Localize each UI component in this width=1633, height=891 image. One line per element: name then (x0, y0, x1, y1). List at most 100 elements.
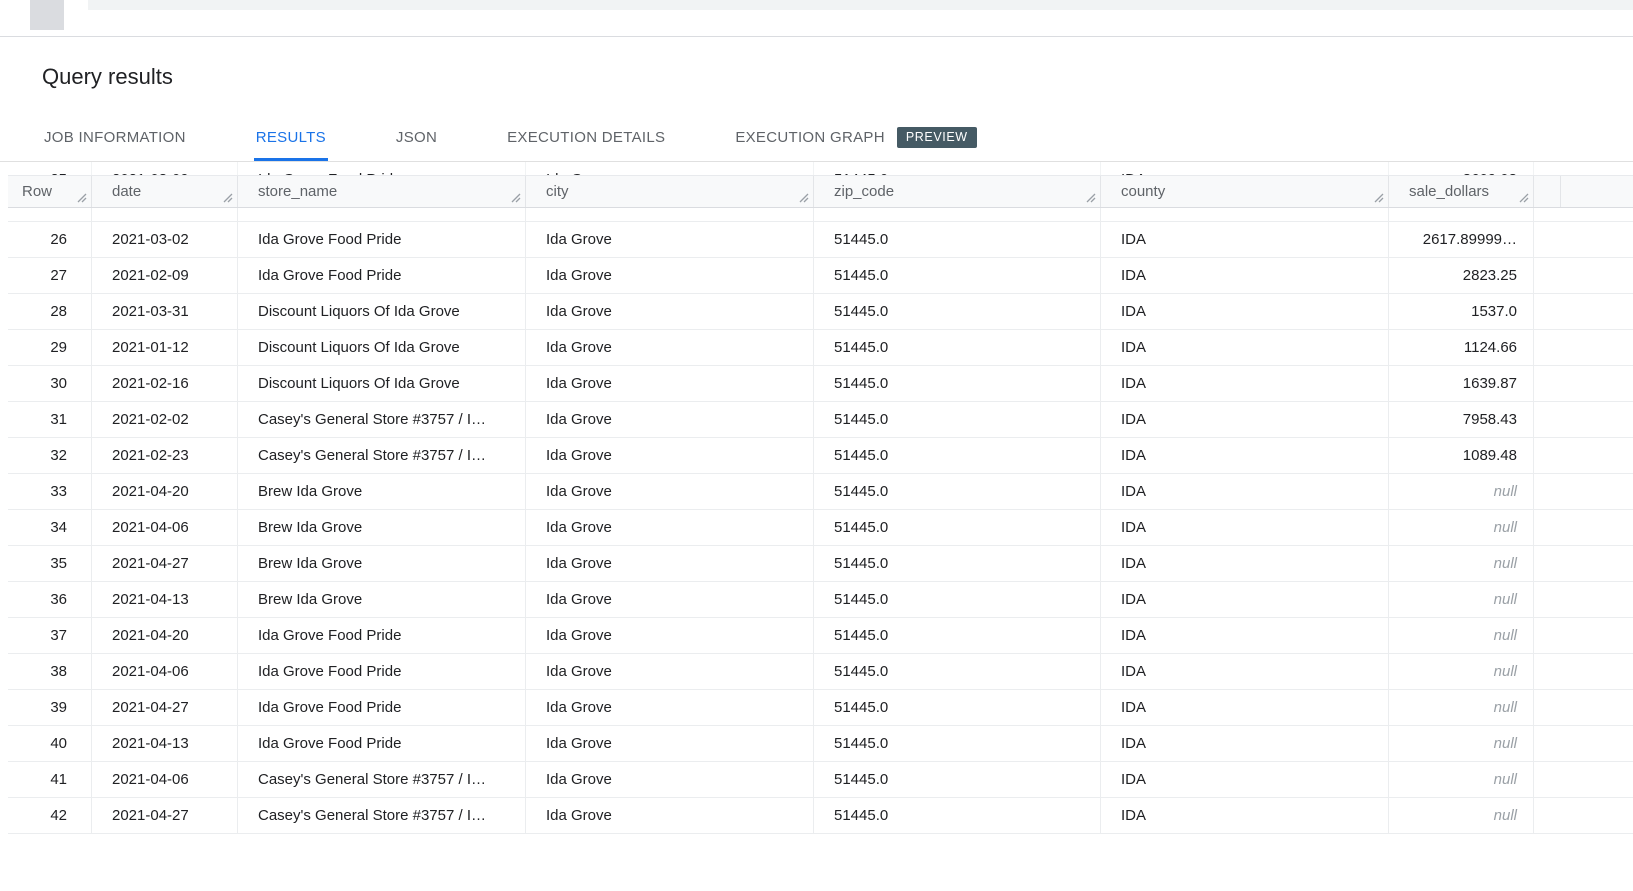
cell-date: 2021-02-02 (92, 402, 238, 437)
results-table-body: 262021-03-02Ida Grove Food PrideIda Grov… (8, 222, 1633, 834)
cell-store-name: Ida Grove Food Pride (238, 726, 526, 761)
column-header-date: date (92, 176, 238, 207)
tab-execution-graph[interactable]: EXECUTION GRAPH PREVIEW (733, 117, 978, 161)
table-row: 382021-04-06Ida Grove Food PrideIda Grov… (8, 654, 1633, 690)
cell-sale-dollars: null (1389, 546, 1534, 581)
cell-city: Ida Grove (526, 438, 814, 473)
cell-row: 32 (8, 438, 92, 473)
column-resize-handle[interactable] (1518, 192, 1529, 203)
column-header-zip-code: zip_code (814, 176, 1101, 207)
cell-city: Ida Grove (526, 258, 814, 293)
cell-row: 34 (8, 510, 92, 545)
cell-store-name: Ida Grove Food Pride (238, 654, 526, 689)
cell-zip-code: 51445.0 (814, 798, 1101, 833)
cell-zip-code: 51445.0 (814, 690, 1101, 725)
cell-row: 29 (8, 330, 92, 365)
cell-city: Ida Grove (526, 618, 814, 653)
tab-execution-details[interactable]: EXECUTION DETAILS (505, 117, 667, 161)
cell-date: 2021-01-12 (92, 330, 238, 365)
horizontal-scrollbar-thumb[interactable] (30, 0, 64, 30)
cell-store-name: Ida Grove Food Pride (238, 618, 526, 653)
cell-row: 42 (8, 798, 92, 833)
cell-date: 2021-03-09 (92, 208, 238, 221)
cell-zip-code: 51445.0 (814, 162, 1101, 175)
column-resize-handle[interactable] (76, 192, 87, 203)
cell-zip-code: 51445.0 (814, 366, 1101, 401)
tab-json[interactable]: JSON (394, 117, 439, 161)
cell-county: IDA (1101, 162, 1389, 175)
cell-county: IDA (1101, 654, 1389, 689)
cell-sale-dollars: null (1389, 510, 1534, 545)
cell-row: 33 (8, 474, 92, 509)
cell-city: Ida Grove (526, 798, 814, 833)
cell-sale-dollars: 7958.43 (1389, 402, 1534, 437)
cell-date: 2021-04-27 (92, 546, 238, 581)
cell-city: Ida Grove (526, 366, 814, 401)
cell-date: 2021-02-23 (92, 438, 238, 473)
cell-county: IDA (1101, 690, 1389, 725)
cell-sale-dollars: 2823.25 (1389, 258, 1534, 293)
cell-store-name: Brew Ida Grove (238, 474, 526, 509)
cell-sale-dollars: 3609.03 (1389, 208, 1534, 221)
column-resize-handle[interactable] (1085, 192, 1096, 203)
cell-row: 41 (8, 762, 92, 797)
cell-zip-code: 51445.0 (814, 618, 1101, 653)
cell-county: IDA (1101, 208, 1389, 221)
cell-date: 2021-03-02 (92, 222, 238, 257)
cell-row: 26 (8, 222, 92, 257)
column-header-row: Row (8, 176, 92, 207)
cell-date: 2021-04-13 (92, 726, 238, 761)
cell-date: 2021-02-09 (92, 258, 238, 293)
cell-zip-code: 51445.0 (814, 510, 1101, 545)
table-row: 362021-04-13Brew Ida GroveIda Grove51445… (8, 582, 1633, 618)
cell-zip-code: 51445.0 (814, 258, 1101, 293)
cell-store-name: Casey's General Store #3757 / I… (238, 402, 526, 437)
table-row: 272021-02-09Ida Grove Food PrideIda Grov… (8, 258, 1633, 294)
cell-date: 2021-04-13 (92, 582, 238, 617)
cell-city: Ida Grove (526, 726, 814, 761)
preview-badge: PREVIEW (897, 127, 977, 148)
cell-sale-dollars: null (1389, 690, 1534, 725)
cell-zip-code: 51445.0 (814, 294, 1101, 329)
cell-store-name: Brew Ida Grove (238, 582, 526, 617)
cell-store-name: Discount Liquors Of Ida Grove (238, 294, 526, 329)
column-resize-handle[interactable] (222, 192, 233, 203)
cell-county: IDA (1101, 330, 1389, 365)
cell-city: Ida Grove (526, 654, 814, 689)
cell-row: 39 (8, 690, 92, 725)
cell-store-name: Casey's General Store #3757 / I… (238, 798, 526, 833)
column-resize-handle[interactable] (798, 192, 809, 203)
cell-date: 2021-03-31 (92, 294, 238, 329)
column-header-store-name: store_name (238, 176, 526, 207)
cell-county: IDA (1101, 474, 1389, 509)
cell-zip-code: 51445.0 (814, 474, 1101, 509)
cell-row: 25 (8, 162, 92, 175)
table-row: 422021-04-27Casey's General Store #3757 … (8, 798, 1633, 834)
header-spacer (1534, 176, 1561, 207)
cell-county: IDA (1101, 762, 1389, 797)
cell-zip-code: 51445.0 (814, 654, 1101, 689)
column-resize-handle[interactable] (1373, 192, 1384, 203)
tab-results[interactable]: RESULTS (254, 117, 328, 161)
table-row: 392021-04-27Ida Grove Food PrideIda Grov… (8, 690, 1633, 726)
tab-job-information[interactable]: JOB INFORMATION (42, 117, 188, 161)
table-header: Row date store_name city (8, 175, 1633, 208)
table-row: 342021-04-06Brew Ida GroveIda Grove51445… (8, 510, 1633, 546)
table-row: 262021-03-02Ida Grove Food PrideIda Grov… (8, 222, 1633, 258)
cell-county: IDA (1101, 798, 1389, 833)
cell-date: 2021-03-09 (92, 162, 238, 175)
cell-city: Ida Grove (526, 546, 814, 581)
cell-county: IDA (1101, 294, 1389, 329)
partial-row-bottom: 25 2021-03-09 Ida Grove Food Pride Ida G… (8, 208, 1633, 222)
cell-store-name: Ida Grove Food Pride (238, 162, 526, 175)
table-row: 312021-02-02Casey's General Store #3757 … (8, 402, 1633, 438)
cell-sale-dollars: null (1389, 618, 1534, 653)
cell-zip-code: 51445.0 (814, 546, 1101, 581)
cell-zip-code: 51445.0 (814, 222, 1101, 257)
cell-city: Ida Grove (526, 222, 814, 257)
table-row: 332021-04-20Brew Ida GroveIda Grove51445… (8, 474, 1633, 510)
cell-sale-dollars: null (1389, 726, 1534, 761)
column-resize-handle[interactable] (510, 192, 521, 203)
table-row: 372021-04-20Ida Grove Food PrideIda Grov… (8, 618, 1633, 654)
cell-row: 30 (8, 366, 92, 401)
